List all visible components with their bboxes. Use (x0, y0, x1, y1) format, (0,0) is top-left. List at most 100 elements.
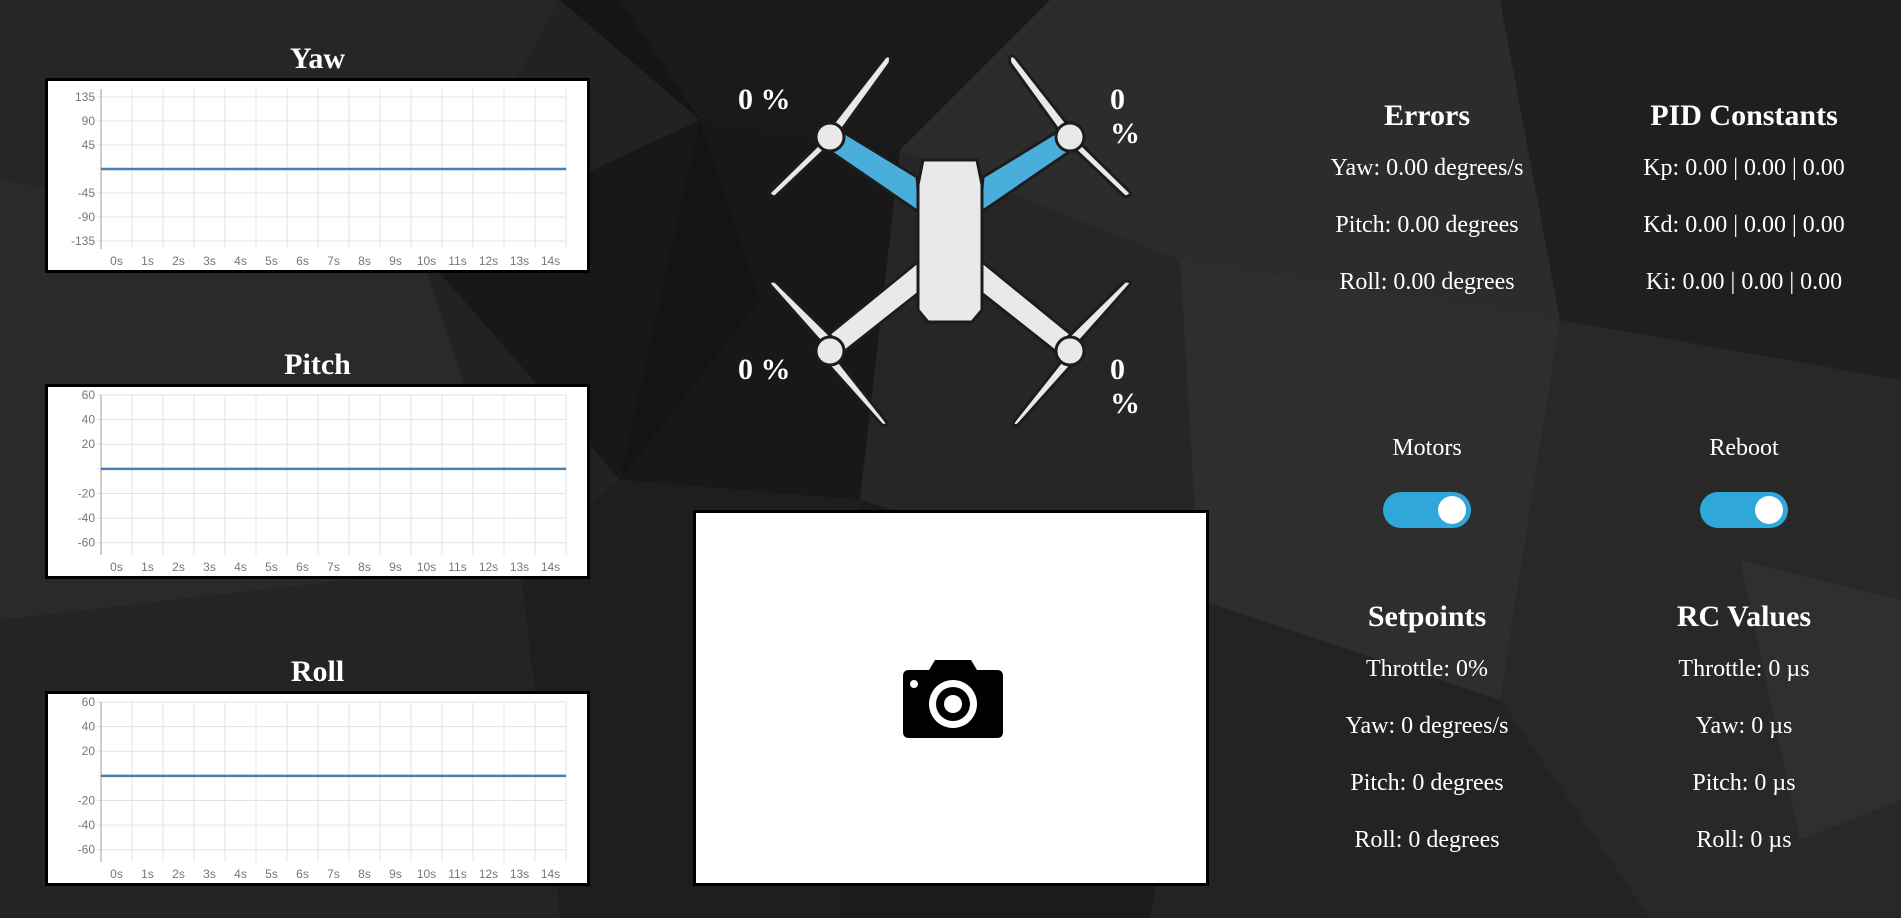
reboot-toggle[interactable] (1700, 492, 1788, 528)
x-tick-label: 0s (110, 560, 123, 574)
y-tick-label: 40 (82, 413, 96, 427)
pid-ki: Ki: 0.00 | 0.00 | 0.00 (1645, 269, 1843, 295)
pid-kd: Kd: 0.00 | 0.00 | 0.00 (1643, 212, 1845, 238)
x-tick-label: 10s (417, 254, 436, 268)
y-tick-label: -20 (78, 793, 96, 807)
x-tick-label: 9s (389, 560, 402, 574)
y-tick-label: -90 (78, 210, 96, 224)
rotor-back-left (814, 335, 846, 367)
motor-back-right-percent: 0 % (1110, 353, 1140, 420)
setpoints-panel: Setpoints Throttle: 0% Yaw: 0 degrees/s … (1277, 599, 1577, 854)
rotor-back-right (1054, 335, 1086, 367)
y-tick-label: -40 (78, 818, 96, 832)
x-tick-label: 12s (479, 560, 498, 574)
x-tick-label: 3s (203, 254, 216, 268)
rc-roll: Roll: 0 µs (1696, 827, 1792, 853)
y-tick-label: 135 (75, 90, 95, 104)
x-tick-label: 11s (448, 254, 466, 268)
x-tick-label: 1s (141, 254, 154, 268)
x-tick-label: 7s (327, 867, 340, 881)
x-tick-label: 14s (541, 867, 560, 881)
x-tick-label: 6s (296, 254, 309, 268)
y-tick-label: -135 (71, 234, 95, 248)
yaw-chart-plot: 0s 1s 2s 3s 4s 5s 6s 7s 8s 9s 10s 11s 12s 13s 14s 135 90… (45, 78, 590, 273)
rc-yaw: Yaw: 0 µs (1695, 713, 1793, 739)
y-tick-label: 20 (82, 437, 96, 451)
motors-toggle-label: Motors (1392, 435, 1462, 461)
x-tick-label: 6s (296, 560, 309, 574)
y-tick-label: 90 (82, 114, 96, 128)
setpoint-roll: Roll: 0 degrees (1354, 827, 1500, 853)
x-tick-label: 10s (417, 560, 436, 574)
motor-front-left-percent: 0 % (738, 83, 791, 116)
x-tick-label: 4s (234, 560, 247, 574)
reboot-toggle-knob (1755, 496, 1783, 524)
y-tick-label: -40 (78, 511, 96, 525)
pitch-chart-title: Pitch (284, 348, 351, 381)
propeller-front-right-a (1008, 54, 1074, 137)
y-tick-label: 60 (82, 695, 96, 709)
rc-values-panel: RC Values Throttle: 0 µs Yaw: 0 µs Pitch… (1594, 599, 1894, 854)
y-tick-label: 40 (82, 720, 96, 734)
drone-diagram: 0 % 0 % 0 % 0 % (738, 35, 1160, 435)
x-tick-label: 3s (203, 560, 216, 574)
errors-panel: Errors Yaw: 0.00 degrees/s Pitch: 0.00 d… (1277, 98, 1577, 296)
x-tick-label: 1s (141, 560, 154, 574)
motors-toggle-knob (1438, 496, 1466, 524)
yaw-chart: Yaw 0s 1s 2s 3s 4s 5s 6s 7s 8s 9s 10s 11s 12s 13s 14s 1… (45, 40, 590, 273)
rc-values-title: RC Values (1676, 600, 1812, 633)
x-tick-label: 10s (417, 867, 436, 881)
x-tick-label: 9s (389, 867, 402, 881)
setpoint-throttle: Throttle: 0% (1366, 656, 1488, 682)
x-tick-label: 12s (479, 254, 498, 268)
pitch-chart-plot: 0s 1s 2s 3s 4s 5s 6s 7s 8s 9s 10s 11s 12s 13s 14s 60 40 2… (45, 384, 590, 579)
x-tick-label: 4s (234, 867, 247, 881)
y-tick-label: -60 (78, 843, 96, 857)
y-tick-label: -20 (78, 486, 96, 500)
x-tick-label: 7s (327, 560, 340, 574)
pid-constants-title: PID Constants (1650, 99, 1838, 132)
rotor-front-left (814, 121, 846, 153)
rc-pitch: Pitch: 0 µs (1692, 770, 1796, 796)
x-tick-label: 4s (234, 254, 247, 268)
x-tick-label: 3s (203, 867, 216, 881)
x-tick-label: 11s (448, 560, 466, 574)
roll-chart-plot: 0s 1s 2s 3s 4s 5s 6s 7s 8s 9s 10s 11s 12s 13s 14s 60 40 2… (45, 691, 590, 886)
x-tick-label: 5s (265, 254, 278, 268)
drone-body (916, 158, 984, 324)
y-tick-label: 20 (82, 744, 96, 758)
y-tick-label: 45 (82, 138, 96, 152)
x-tick-label: 8s (358, 867, 371, 881)
motors-toggle[interactable] (1383, 492, 1471, 528)
x-tick-label: 2s (172, 560, 185, 574)
yaw-chart-title: Yaw (289, 42, 345, 75)
setpoints-title: Setpoints (1367, 600, 1487, 633)
x-tick-label: 6s (296, 867, 309, 881)
error-roll: Roll: 0.00 degrees (1339, 269, 1515, 295)
x-tick-label: 8s (358, 254, 371, 268)
pid-kp: Kp: 0.00 | 0.00 | 0.00 (1643, 155, 1845, 181)
x-tick-label: 13s (510, 560, 529, 574)
setpoint-pitch: Pitch: 0 degrees (1350, 770, 1504, 796)
x-tick-label: 13s (510, 867, 529, 881)
reboot-toggle-label: Reboot (1709, 435, 1779, 461)
x-tick-label: 8s (358, 560, 371, 574)
x-tick-label: 7s (327, 254, 340, 268)
camera-icon[interactable] (901, 658, 1005, 738)
errors-title: Errors (1383, 99, 1471, 132)
rotor-front-right (1054, 121, 1086, 153)
camera-feed (693, 510, 1209, 886)
x-tick-label: 13s (510, 254, 529, 268)
y-tick-label: -60 (78, 536, 96, 550)
x-tick-label: 14s (541, 254, 560, 268)
drone-icon (768, 54, 1132, 427)
y-tick-label: -45 (78, 186, 96, 200)
setpoint-yaw: Yaw: 0 degrees/s (1345, 713, 1509, 739)
x-tick-label: 5s (265, 867, 278, 881)
x-tick-label: 5s (265, 560, 278, 574)
x-tick-label: 14s (541, 560, 560, 574)
x-tick-label: 11s (448, 867, 466, 881)
x-tick-label: 0s (110, 254, 123, 268)
motor-back-left-percent: 0 % (738, 353, 791, 386)
rc-throttle: Throttle: 0 µs (1678, 656, 1810, 682)
